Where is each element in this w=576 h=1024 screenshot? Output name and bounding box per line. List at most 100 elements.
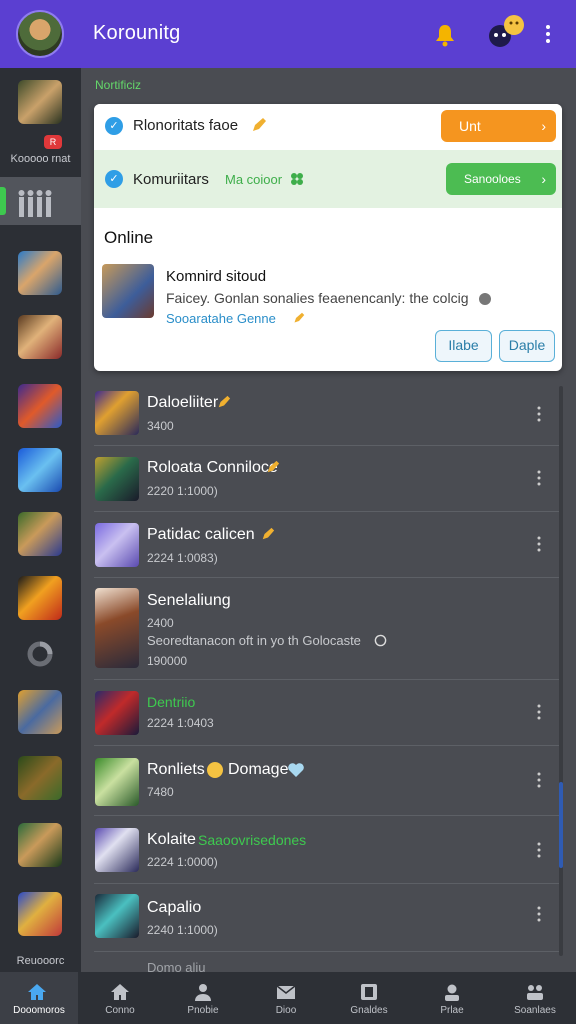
group-icon: [18, 190, 52, 217]
left-rail: R Kooooo rnat Reuooorc: [0, 68, 81, 972]
entry-description: Faicey. Gonlan sonalies feaenencanly: th…: [166, 290, 469, 306]
check-icon: ✓: [105, 117, 123, 135]
nav-dioo[interactable]: Dioo: [245, 972, 327, 1024]
entry-link[interactable]: Sooaratahe Genne: [166, 311, 276, 326]
nav-label: Pnobie: [187, 1005, 219, 1016]
user-avatar[interactable]: [16, 10, 64, 58]
nav-pnobie[interactable]: Pnobie: [162, 972, 244, 1024]
pencil-icon: [218, 395, 231, 408]
item-subtitle-2: 190000: [147, 654, 188, 668]
chevron-right-icon: ›: [541, 171, 546, 187]
smile-icon: [374, 634, 387, 647]
item-title: Ronliets: [147, 761, 205, 778]
item-title: Roloata Conniloce: [147, 459, 278, 476]
list-item[interactable]: Roloata Conniloce 2220 1:1000): [94, 446, 560, 512]
item-title: Daloeliiter: [147, 394, 219, 411]
notification-row-1[interactable]: ✓ Rlonoritats faoe Unt ›: [94, 104, 562, 148]
nav-prlae[interactable]: Prlae: [411, 972, 493, 1024]
rail-game-icon-10[interactable]: [18, 823, 62, 867]
kebab-icon[interactable]: [540, 22, 556, 46]
nav-home[interactable]: Dooomoros: [0, 972, 78, 1024]
item-thumbnail: [95, 828, 139, 872]
unt-button[interactable]: Unt ›: [441, 110, 556, 142]
rail-game-icon-9[interactable]: [18, 756, 62, 800]
check-icon: ✓: [105, 170, 123, 188]
kebab-icon[interactable]: [536, 906, 542, 922]
nav-label: Dioo: [275, 1005, 297, 1016]
list-item[interactable]: Dentriio 2224 1:0403: [94, 680, 560, 746]
list-item[interactable]: Daloeliiter 3400: [94, 386, 560, 446]
nav-label: Gnaldes: [350, 1005, 388, 1016]
list-item[interactable]: Senelaliung 2400 Seoredtanacon oft in yo…: [94, 578, 560, 680]
tablet-icon: [361, 984, 377, 1000]
rail-game-icon-8[interactable]: [18, 690, 62, 734]
main-content: Nortificiz ✓ Rlonoritats faoe Unt › ✓ Kom…: [81, 68, 576, 975]
notification-row-2-text: Komuriitars: [133, 171, 209, 188]
scrollbar-thumb[interactable]: [559, 782, 563, 868]
smile-icon: [479, 293, 491, 305]
kebab-icon[interactable]: [536, 704, 542, 720]
kebab-icon[interactable]: [536, 406, 542, 422]
daple-button[interactable]: Daple: [499, 330, 555, 362]
notification-row-2[interactable]: ✓ Komuriitars Ma coioor Sanooloes ›: [94, 150, 562, 208]
rail-game-icon-4[interactable]: [18, 384, 62, 428]
rail-game-icon-7[interactable]: [18, 576, 62, 620]
item-description: Seoredtanacon oft in yo th Golocaste: [147, 633, 361, 648]
section-label: Nortificiz: [95, 78, 142, 92]
emoji-icon: [207, 762, 223, 778]
list-item[interactable]: Kolaite Saaoovrisedones 2224 1:0000): [94, 816, 560, 884]
emoji-icon[interactable]: [486, 14, 528, 50]
list-item[interactable]: Patidac calicen 2224 1:0083): [94, 512, 560, 578]
rail-game-icon-1[interactable]: [18, 80, 62, 124]
list-item[interactable]: Capalio 2240 1:1000): [94, 884, 560, 952]
item-subtitle: 3400: [147, 419, 174, 433]
pencil-icon: [262, 527, 275, 540]
rail-label-first: Kooooo rnat: [10, 153, 71, 165]
rail-game-icon-3[interactable]: [18, 315, 62, 359]
kebab-icon[interactable]: [536, 470, 542, 486]
item-title-green: Saaoovrisedones: [198, 832, 307, 848]
list-item[interactable]: Ronliets Domage 7480: [94, 746, 560, 816]
nav-label: Conno: [105, 1005, 135, 1016]
notification-row-1-text: Rlonoritats faoe: [133, 117, 239, 134]
item-thumbnail: [95, 457, 139, 501]
rail-game-icon-5[interactable]: [18, 448, 62, 492]
entry-title: Komnird sitoud: [166, 268, 267, 285]
item-title: Capalio: [147, 899, 202, 916]
profile-icon: [445, 984, 459, 1001]
nav-gnaldes[interactable]: Gnaldes: [328, 972, 410, 1024]
home-outline-icon: [111, 984, 129, 1000]
item-title: Dentriio: [147, 694, 196, 710]
item-subtitle: 7480: [147, 785, 174, 799]
chevron-right-icon: ›: [541, 118, 546, 134]
item-subtitle: 2224 1:0403: [147, 716, 214, 730]
item-subtitle: 2224 1:0000): [147, 855, 218, 869]
rail-game-icon-2[interactable]: [18, 251, 62, 295]
pencil-icon: [253, 118, 266, 131]
nav-label: Soanlaes: [514, 1005, 556, 1016]
unt-button-label: Unt: [459, 118, 481, 134]
entry-thumbnail: [102, 264, 154, 318]
person-icon: [195, 984, 211, 1001]
kebab-icon[interactable]: [536, 772, 542, 788]
item-title-suffix: Domage: [228, 761, 289, 778]
sanooloes-button[interactable]: Sanooloes ›: [446, 163, 556, 195]
notification-card: ✓ Rlonoritats faoe Unt › ✓ Komuriitars Ma…: [94, 104, 562, 371]
kebab-icon[interactable]: [536, 842, 542, 858]
nav-conno[interactable]: Conno: [79, 972, 161, 1024]
item-title: Senelaliung: [147, 592, 231, 609]
item-subtitle: 2220 1:1000): [147, 484, 218, 498]
nav-soanlaes[interactable]: Soanlaes: [494, 972, 576, 1024]
ilabe-button[interactable]: Ilabe: [435, 330, 492, 362]
scrollbar[interactable]: [559, 386, 563, 956]
rail-game-icon-6[interactable]: [18, 512, 62, 556]
rail-game-icon-11[interactable]: [18, 892, 62, 936]
home-icon: [28, 984, 46, 1000]
item-thumbnail: [95, 523, 139, 567]
nav-label: Dooomoros: [13, 1005, 65, 1016]
item-thumbnail: [95, 758, 139, 806]
bell-icon[interactable]: [432, 22, 458, 48]
item-subtitle: 2224 1:0083): [147, 551, 218, 565]
item-thumbnail: [95, 588, 139, 668]
kebab-icon[interactable]: [536, 536, 542, 552]
